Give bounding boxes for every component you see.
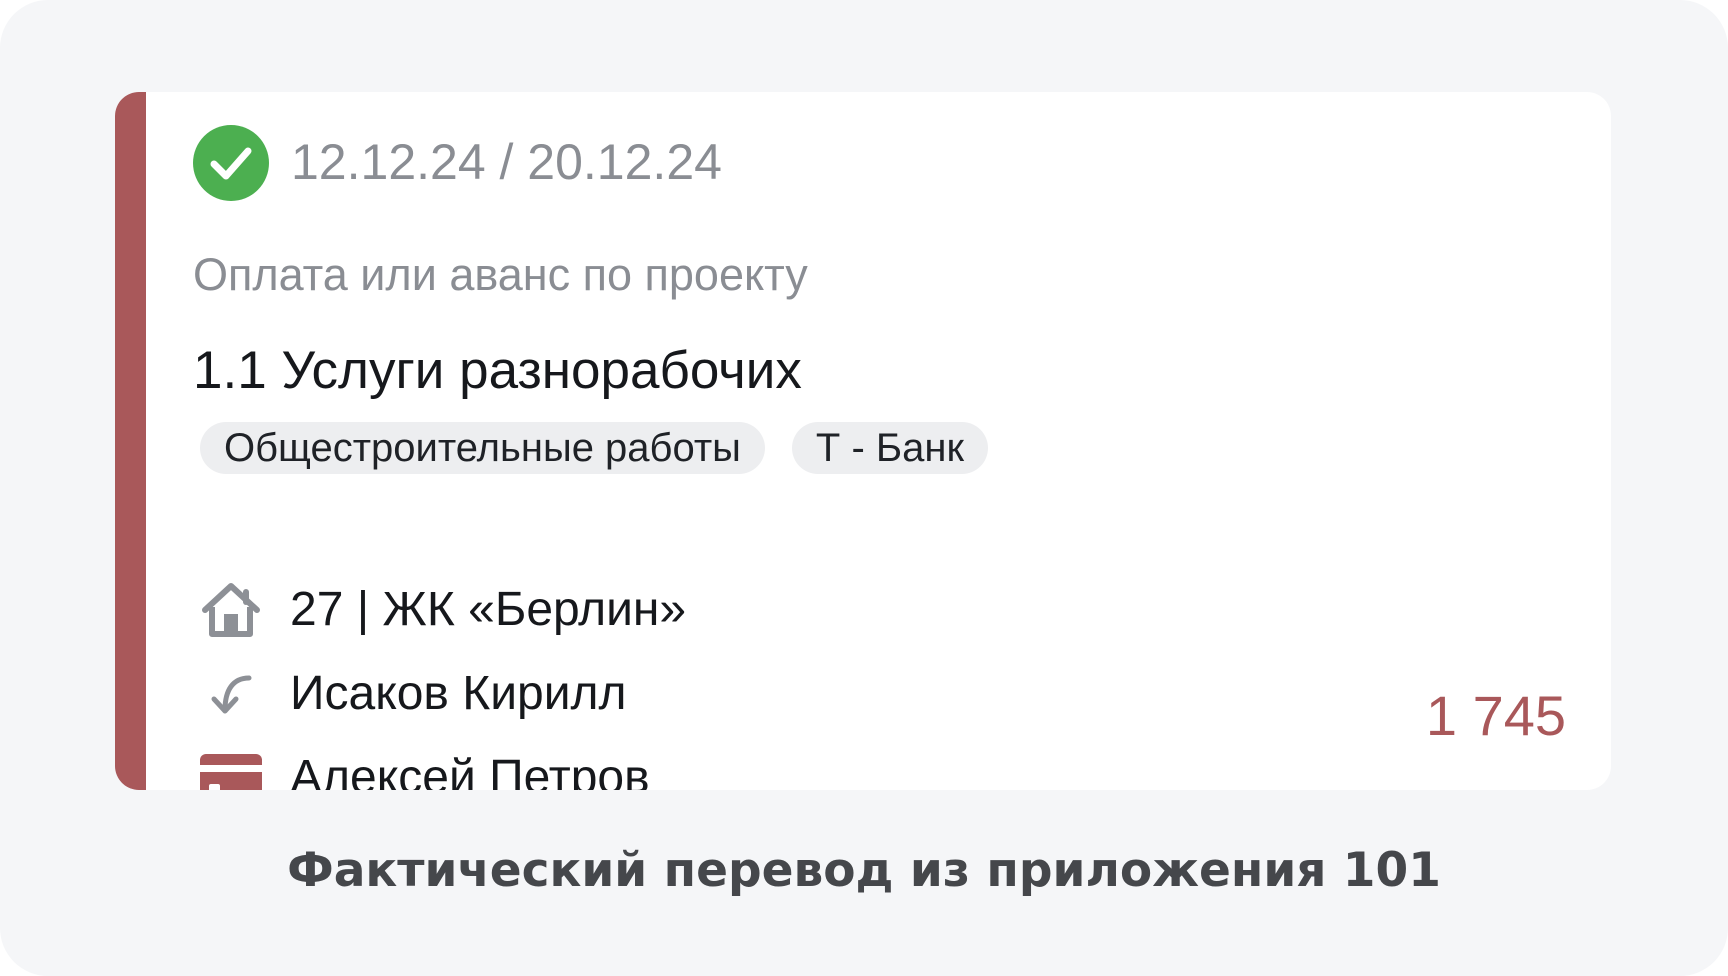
object-name: 27 | ЖК «Берлин» [290, 583, 687, 636]
check-circle-icon [193, 125, 269, 201]
transfer-amount: 1 745 [1425, 684, 1566, 747]
item-title: 1.1 Услуги разнорабочих [193, 341, 802, 400]
page-frame: 12.12.24 / 20.12.24 Оплата или аванс по … [0, 0, 1728, 976]
card-row: Алексей Петров [199, 746, 650, 790]
house-icon [199, 578, 263, 642]
object-row: 27 | ЖК «Берлин» [199, 578, 686, 642]
transfer-dates: 12.12.24 / 20.12.24 [291, 134, 722, 190]
incoming-arrow-icon [199, 662, 263, 726]
tag-list: Общестроительные работы Т - Банк [200, 422, 988, 474]
from-row: Исаков Кирилл [199, 662, 627, 726]
tag-category: Общестроительные работы [200, 422, 765, 474]
from-person: Исаков Кирилл [290, 667, 627, 720]
payment-type: Оплата или аванс по проекту [193, 249, 808, 300]
tag-bank: Т - Банк [791, 422, 988, 474]
transfer-card[interactable]: 12.12.24 / 20.12.24 Оплата или аванс по … [115, 92, 1611, 790]
card-holder: Алексей Петров [290, 751, 650, 790]
caption: Фактический перевод из приложения 101 [287, 843, 1441, 898]
credit-card-icon [199, 746, 263, 790]
card-accent-stripe [115, 92, 146, 790]
